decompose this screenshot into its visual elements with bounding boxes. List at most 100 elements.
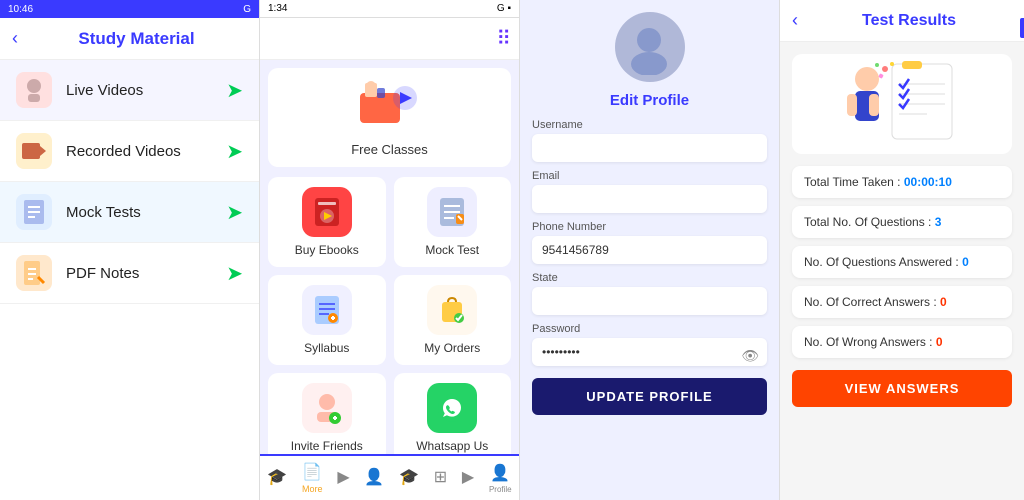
result-wrong-label: No. Of Wrong Answers : [804,335,933,349]
panel-app-grid: 1:34 G ▪ ⠿ Free Classes [260,0,520,500]
password-row: 👁 [532,338,767,374]
result-correct-value: 0 [940,295,947,309]
mock-test-label: Mock Test [425,243,479,257]
panel4-title: Test Results [806,12,1012,30]
nav-grid[interactable]: ⊞ [434,467,447,489]
result-time-value: 00:00:10 [904,175,952,189]
panel2-topbar: ⠿ [260,18,519,60]
panel3-scroll: Edit Profile Username Email Phone Number… [520,0,779,500]
username-label: Username [532,119,767,131]
status-icons-1: G [243,4,251,15]
syllabus-label: Syllabus [304,341,349,355]
edit-profile-title: Edit Profile [532,92,767,109]
profile-tab-icon: 👤 [490,463,510,483]
result-questions-value: 3 [935,215,942,229]
free-classes-label: Free Classes [351,142,428,157]
my-orders-label: My Orders [424,341,480,355]
live-videos-arrow: ➤ [226,78,243,103]
email-input[interactable] [532,185,767,213]
state-label: State [532,272,767,284]
back-button-4[interactable]: ‹ [792,10,798,31]
buy-ebooks-label: Buy Ebooks [295,243,359,257]
mock-tests-icon [16,194,52,230]
panel-test-results: ‹ Test Results [780,0,1024,500]
nav-profile-tab[interactable]: 👤 Profile [489,463,512,494]
whatsapp-us-card[interactable]: Whatsapp Us [394,373,512,454]
avatar [615,12,685,82]
menu-item-pdf-notes[interactable]: PDF Notes ➤ [0,243,259,304]
syllabus-icon [302,285,352,335]
nav-profile-btn[interactable]: 👤 [364,467,384,489]
phone-label: Phone Number [532,221,767,233]
result-correct-label: No. Of Correct Answers : [804,295,937,309]
pdf-notes-icon [16,255,52,291]
result-correct-card: No. Of Correct Answers : 0 [792,286,1012,318]
result-time-label: Total Time Taken : [804,175,901,189]
recorded-videos-arrow: ➤ [226,139,243,164]
status-time-2: 1:34 [268,3,287,14]
panel2-navbar: 🎓 📄 More ▶ 👤 🎓 ⊞ ▶ 👤 Profile [260,454,519,500]
statusbar-2: 1:34 G ▪ [260,0,519,18]
email-label: Email [532,170,767,182]
invite-friends-icon [302,383,352,433]
result-answered-label: No. Of Questions Answered : [804,255,959,269]
test-illustration [792,54,1012,154]
back-button-1[interactable]: ‹ [12,28,18,49]
nav-home[interactable]: 🎓 [267,467,287,489]
courses-icon: 🎓 [399,467,419,487]
avatar-section [532,12,767,82]
buy-ebooks-icon [302,187,352,237]
menu-item-live-videos[interactable]: Live Videos ➤ [0,60,259,121]
mock-test-card[interactable]: Mock Test [394,177,512,267]
recorded-videos-label: Recorded Videos [66,143,226,160]
buy-ebooks-card[interactable]: Buy Ebooks [268,177,386,267]
invite-friends-card[interactable]: Invite Friends [268,373,386,454]
nav-more[interactable]: 📄 More [302,462,323,494]
status-icons-2: G ▪ [497,3,511,14]
more-label: More [302,484,323,494]
nav-courses[interactable]: 🎓 [399,467,419,489]
grid-view-icon[interactable]: ⠿ [496,26,511,51]
result-answered-card: No. Of Questions Answered : 0 [792,246,1012,278]
panel1-title: Study Material [26,29,247,49]
syllabus-card[interactable]: Syllabus [268,275,386,365]
result-questions-label: Total No. Of Questions : [804,215,931,229]
panel-edit-profile: Edit Profile Username Email Phone Number… [520,0,780,500]
whatsapp-us-label: Whatsapp Us [416,439,488,453]
panel4-content: Total Time Taken : 00:00:10 Total No. Of… [780,42,1024,500]
grid-nav-icon: ⊞ [434,467,447,487]
my-orders-card[interactable]: My Orders [394,275,512,365]
profile-nav-icon: 👤 [364,467,384,487]
result-wrong-card: No. Of Wrong Answers : 0 [792,326,1012,358]
recorded-nav-icon: ▶ [462,467,474,487]
live-videos-icon [16,72,52,108]
home-icon: 🎓 [267,467,287,487]
profile-tab-label: Profile [489,485,512,494]
more-icon: 📄 [302,462,322,482]
result-wrong-value: 0 [936,335,943,349]
whatsapp-icon [427,383,477,433]
menu-item-recorded-videos[interactable]: Recorded Videos ➤ [0,121,259,182]
nav-videos[interactable]: ▶ [337,467,349,489]
free-classes-card[interactable]: Free Classes [268,68,511,167]
username-input[interactable] [532,134,767,162]
result-answered-value: 0 [962,255,969,269]
panel1-header: ‹ Study Material [0,18,259,60]
menu-item-mock-tests[interactable]: Mock Tests ➤ [0,182,259,243]
phone-input[interactable] [532,236,767,264]
result-questions-card: Total No. Of Questions : 3 [792,206,1012,238]
panel-study-material: 10:46 G ‹ Study Material Live Videos ➤ R… [0,0,260,500]
password-input[interactable] [532,338,767,366]
nav-recorded[interactable]: ▶ [462,467,474,489]
free-classes-illustration [355,78,425,138]
my-orders-icon [427,285,477,335]
update-profile-button[interactable]: UPDATE PROFILE [532,378,767,415]
pdf-notes-label: PDF Notes [66,265,226,282]
state-input[interactable] [532,287,767,315]
recorded-videos-icon [16,133,52,169]
panel2-scroll: Free Classes Buy Ebooks [260,60,519,454]
pdf-notes-arrow: ➤ [226,261,243,286]
live-videos-label: Live Videos [66,82,226,99]
eye-icon[interactable]: 👁 [741,348,759,365]
view-answers-button[interactable]: VIEW ANSWERS [792,370,1012,407]
